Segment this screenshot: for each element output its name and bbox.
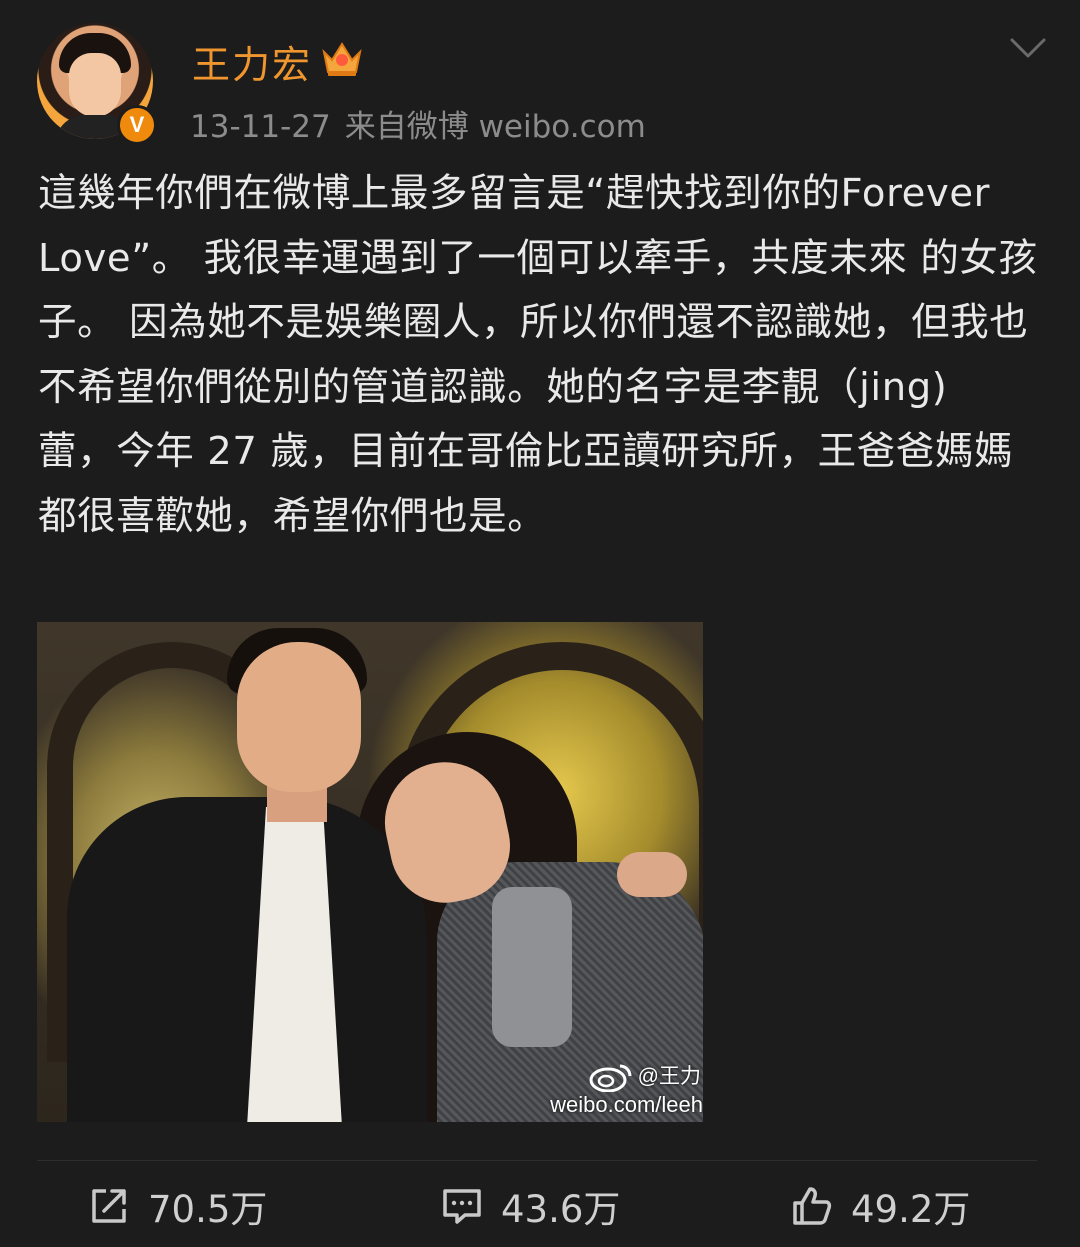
verified-badge: V [117,105,157,145]
post-timestamp: 13-11-27 [190,109,331,145]
thumbs-up-icon [793,1187,832,1225]
post-source: 来自微博 weibo.com [344,109,646,145]
photo-woman-sweater [492,887,572,1047]
watermark-url: weibo.com/leeh [550,1092,703,1117]
divider [37,1160,1037,1161]
photo-man-coat [67,797,427,1122]
weibo-logo-icon [589,1064,632,1092]
comment-icon [443,1189,481,1224]
comment-button[interactable]: 43.6万 [441,1178,620,1234]
crown-icon[interactable] [320,38,364,78]
like-button[interactable]: 49.2万 [791,1178,970,1234]
post-text: 這幾年你們在微博上最多留言是“趕快找到你的Forever Love”。 我很幸運… [38,171,1038,539]
post-meta: 13-11-27 来自微博 weibo.com [190,101,660,146]
like-count: 49.2万 [851,1188,971,1231]
repost-count: 70.5万 [148,1188,268,1231]
weibo-post: V 王力宏 13-11-27 来自微博 weibo.com 這幾年你們在微博上最多… [0,0,1080,1247]
watermark-handle: @王力 [637,1064,701,1088]
repost-button[interactable]: 70.5万 [88,1178,267,1234]
post-photo[interactable]: @王力 weibo.com/leeh [37,622,703,1122]
photo-watermark: @王力 weibo.com/leeh [550,1060,703,1118]
avatar[interactable]: V [37,23,157,145]
chevron-down-icon[interactable] [1008,36,1048,62]
avatar-face [69,53,121,117]
photo-hand [617,852,687,897]
photo-man-head [237,642,361,792]
username[interactable]: 王力宏 [192,34,312,89]
share-icon [92,1189,126,1223]
comment-count: 43.6万 [501,1188,621,1231]
